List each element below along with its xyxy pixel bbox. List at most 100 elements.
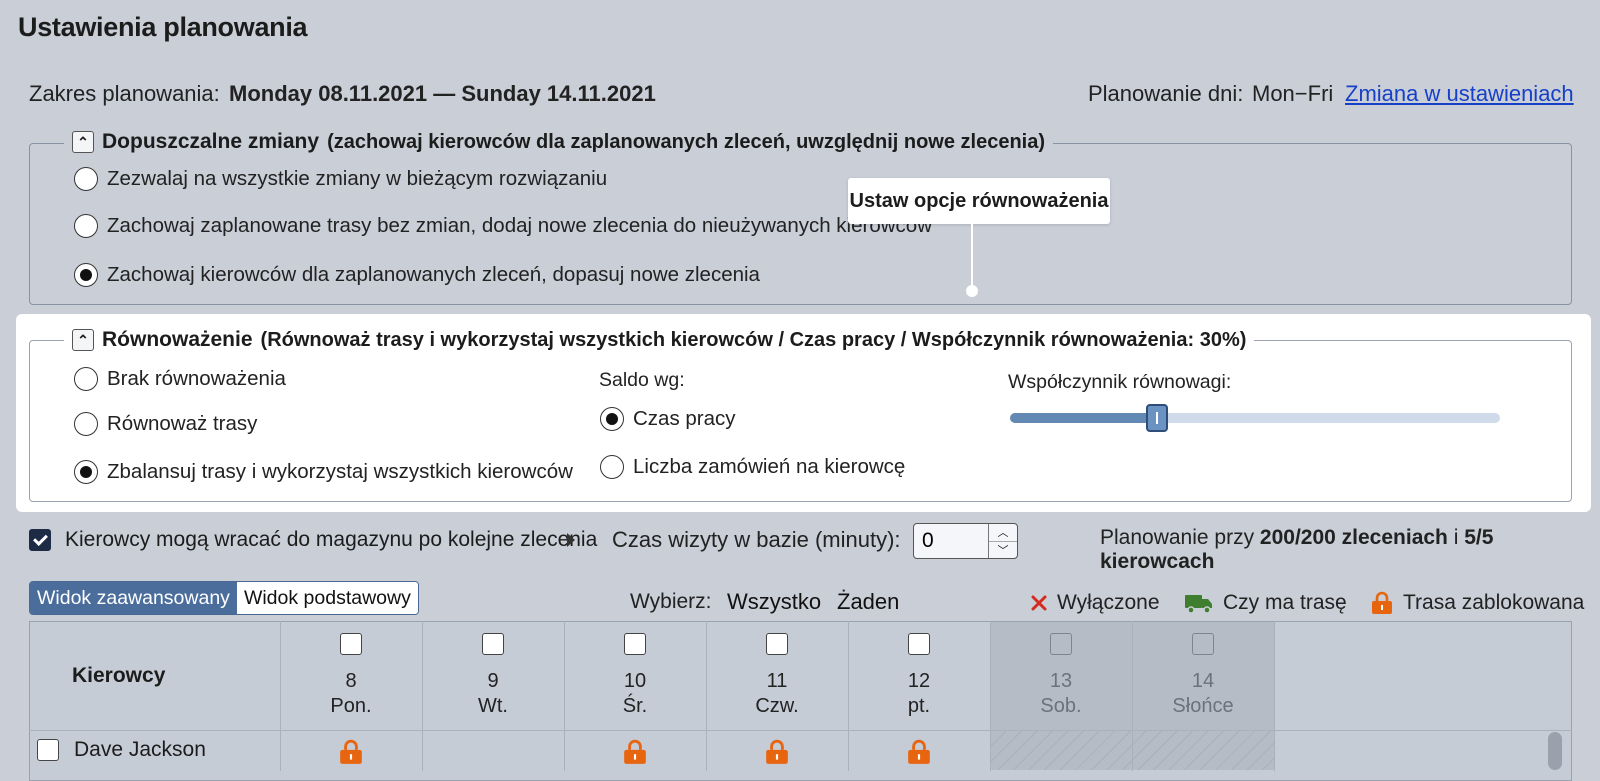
changes-option-all[interactable]: Zezwalaj na wszystkie zmiany w bieżącym … [74, 167, 607, 191]
day-number: 8 [345, 670, 357, 692]
changes-radio-keep-routes[interactable] [74, 214, 98, 238]
legend-disabled: Wyłączone [1030, 591, 1160, 615]
lock-icon[interactable] [764, 739, 790, 765]
visit-time-input[interactable] [914, 526, 988, 556]
basic-view-tab[interactable]: Widok podstawowy [236, 582, 418, 614]
planning-range-value: Monday 08.11.2021 — Sunday 14.11.2021 [229, 81, 656, 106]
advanced-view-tab[interactable]: Widok zaawansowany [30, 582, 237, 614]
balance-by-label: Saldo wg: [599, 369, 685, 391]
changes-option-keep-routes[interactable]: Zachowaj zaplanowane trasy bez zmian, do… [74, 214, 932, 238]
balance-legend: ⌃ Równoważenie (Równoważ trasy i wykorzy… [64, 328, 1255, 352]
grid-row-divider [29, 730, 1572, 731]
select-none-link[interactable]: Żaden [837, 589, 899, 615]
balance-tooltip: Ustaw opcje równoważenia [848, 178, 1110, 224]
balance-option-label: Równoważ trasy [107, 412, 258, 435]
changes-option-keep-drivers[interactable]: Zachowaj kierowców dla zaplanowanych zle… [74, 263, 760, 287]
changes-option-label: Zezwalaj na wszystkie zmiany w bieżącym … [107, 167, 608, 190]
changes-radio-all[interactable] [74, 167, 98, 191]
balance-by-option-label: Liczba zamówień na kierowcę [633, 455, 906, 478]
day-name: Czw. [755, 695, 799, 717]
tooltip-pointer-line [971, 224, 973, 290]
day-column-header: 11 Czw. [707, 633, 847, 719]
visit-time-label: Czas wizyty w bazie (minuty): [612, 527, 901, 552]
change-settings-link[interactable]: Zmiana w ustawieniach [1345, 81, 1574, 107]
lock-icon[interactable] [906, 739, 932, 765]
changes-option-label: Zachowaj zaplanowane trasy bez zmian, do… [107, 214, 933, 237]
planning-days-label: Planowanie dni: [1088, 81, 1244, 106]
balance-option-label: Zbalansuj trasy i wykorzystaj wszystkich… [107, 460, 573, 483]
balance-by-radio-order-count[interactable] [600, 455, 624, 479]
day-number: 11 [766, 670, 788, 692]
lock-icon[interactable] [622, 739, 648, 765]
return-to-depot-checkbox[interactable] [29, 529, 51, 551]
day-column-header: 10 Śr. [565, 633, 705, 719]
driver-select-checkbox[interactable] [37, 739, 59, 761]
day-name: Sob. [1040, 695, 1082, 717]
day-name: Pon. [330, 695, 372, 717]
drivers-column-header: Kierowcy [72, 664, 166, 687]
day-column-header: 12 pt. [849, 633, 989, 719]
balance-option-label: Brak równoważenia [107, 367, 286, 390]
stepper-up-icon[interactable]: ︿ [989, 524, 1017, 541]
day-name: Śr. [622, 695, 648, 717]
grid-scrollbar[interactable] [1548, 732, 1562, 770]
balance-by-option-label: Czas pracy [633, 407, 736, 430]
day-number: 13 [1049, 670, 1073, 692]
day-select-checkbox[interactable] [766, 633, 788, 655]
balance-factor-slider-thumb[interactable] [1146, 404, 1168, 432]
plan-summary-prefix: Planowanie przy [1100, 526, 1260, 549]
allowed-changes-legend: ⌃ Dopuszczalne zmiany (zachowaj kierowcó… [64, 130, 1054, 154]
collapse-balance-button[interactable]: ⌃ [72, 329, 94, 351]
lock-icon [1372, 591, 1392, 614]
plan-summary-orders: 200/200 zleceniach [1259, 526, 1448, 549]
day-select-checkbox[interactable] [624, 633, 646, 655]
planning-range-label: Zakres planowania: [29, 81, 220, 106]
day-number: 14 [1191, 670, 1215, 692]
day-select-checkbox[interactable] [908, 633, 930, 655]
driver-name: Dave Jackson [74, 738, 206, 761]
balance-by-radio-work-time[interactable] [600, 407, 624, 431]
balance-by-order-count[interactable]: Liczba zamówień na kierowcę [600, 455, 905, 479]
changes-option-label: Zachowaj kierowców dla zaplanowanych zle… [107, 263, 760, 286]
table-row: Dave Jackson [37, 738, 206, 762]
day-select-checkbox[interactable] [1050, 633, 1072, 655]
balance-radio-none[interactable] [74, 367, 98, 391]
return-to-depot-option[interactable]: Kierowcy mogą wracać do magazynu po kole… [29, 528, 597, 552]
balance-subtitle: (Równoważ trasy i wykorzystaj wszystkich… [260, 328, 1247, 351]
day-name: Słońce [1172, 695, 1234, 717]
balance-radio-all-drivers[interactable] [74, 460, 98, 484]
collapse-changes-button[interactable]: ⌃ [72, 131, 94, 153]
weekend-hatch [991, 731, 1275, 770]
day-number: 9 [487, 670, 499, 692]
truck-icon [1185, 595, 1212, 614]
day-select-checkbox[interactable] [340, 633, 362, 655]
view-toggle: Widok zaawansowany Widok podstawowy [29, 581, 419, 615]
balance-option-routes[interactable]: Równoważ trasy [74, 412, 257, 436]
balance-radio-routes[interactable] [74, 412, 98, 436]
balance-option-none[interactable]: Brak równoważenia [74, 367, 286, 391]
balance-factor-slider-fill [1010, 413, 1157, 423]
plan-summary: Planowanie przy 200/200 zleceniach i 5/5… [1100, 526, 1600, 574]
stepper-down-icon[interactable]: ﹀ [989, 540, 1017, 559]
balance-by-work-time[interactable]: Czas pracy [600, 407, 736, 431]
chevron-up-icon: ⌃ [77, 133, 89, 150]
legend-has-route-label: Czy ma trasę [1223, 591, 1347, 614]
allowed-changes-title: Dopuszczalne zmiany [102, 130, 320, 153]
lock-icon[interactable] [338, 739, 364, 765]
legend-disabled-label: Wyłączone [1057, 591, 1160, 614]
day-name: Wt. [478, 695, 508, 717]
caret-right-icon[interactable] [567, 533, 575, 547]
select-label: Wybierz: [630, 590, 712, 613]
day-select-checkbox[interactable] [1192, 633, 1214, 655]
plan-summary-middle: i [1447, 526, 1465, 549]
return-to-depot-label: Kierowcy mogą wracać do magazynu po kole… [65, 528, 598, 551]
balance-option-all-drivers[interactable]: Zbalansuj trasy i wykorzystaj wszystkich… [74, 460, 573, 484]
tooltip-pointer-dot [966, 285, 978, 297]
select-all-link[interactable]: Wszystko [727, 589, 821, 615]
legend-has-route: Czy ma trasę [1184, 591, 1347, 615]
visit-time-stepper[interactable]: ︿ ﹀ [913, 523, 1018, 559]
day-number: 10 [623, 670, 647, 692]
page-title: Ustawienia planowania [18, 12, 308, 42]
day-select-checkbox[interactable] [482, 633, 504, 655]
changes-radio-keep-drivers[interactable] [74, 263, 98, 287]
